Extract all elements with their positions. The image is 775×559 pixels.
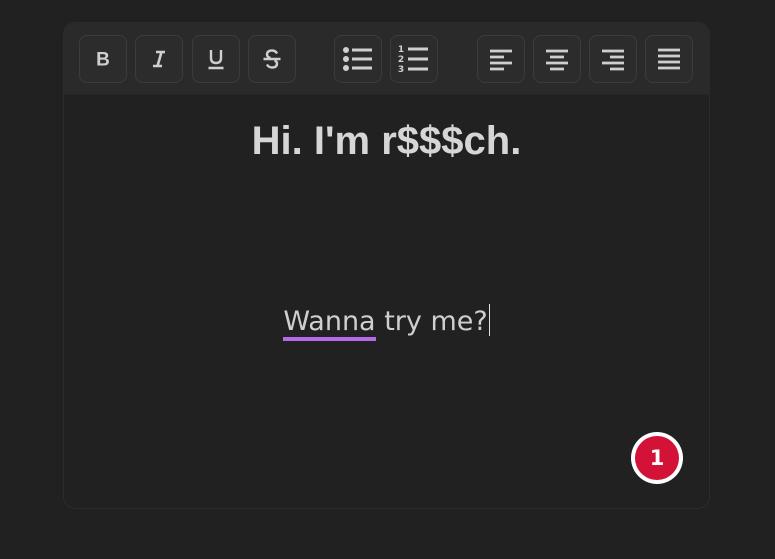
align-justify-icon: [658, 48, 680, 70]
notification-badge[interactable]: 1: [631, 432, 683, 484]
italic-icon: [153, 50, 165, 68]
bulleted-list-button[interactable]: [334, 35, 382, 83]
align-left-icon: [490, 49, 512, 71]
numbered-list-icon: 1 2 3: [398, 45, 428, 74]
svg-text:1: 1: [398, 45, 404, 55]
bold-icon: B: [96, 50, 110, 71]
italic-button[interactable]: [135, 35, 183, 83]
svg-text:2: 2: [398, 55, 404, 65]
document-heading: Hi. I'm r$$$ch.: [251, 119, 522, 163]
svg-text:3: 3: [398, 65, 404, 74]
text-editor: B 1 2 3 Hi. I'm r$$$ch. Wanna try me?: [63, 22, 710, 509]
formatting-toolbar: B 1 2 3: [64, 23, 709, 95]
align-center-icon: [546, 49, 568, 71]
align-right-button[interactable]: [589, 35, 637, 83]
underline-button[interactable]: [192, 35, 240, 83]
svg-text:B: B: [96, 50, 110, 71]
underline-icon: [208, 50, 224, 70]
align-left-button[interactable]: [477, 35, 525, 83]
misspelled-word[interactable]: Wanna: [283, 306, 376, 341]
align-justify-button[interactable]: [645, 35, 693, 83]
align-center-button[interactable]: [533, 35, 581, 83]
badge-count: 1: [635, 436, 679, 480]
align-right-icon: [602, 49, 624, 71]
numbered-list-button[interactable]: 1 2 3: [390, 35, 438, 83]
strikethrough-button[interactable]: [248, 35, 296, 83]
text-caret: [488, 304, 490, 336]
document-paragraph: Wanna try me?: [64, 304, 709, 341]
strikethrough-icon: [263, 49, 281, 69]
editor-content-area[interactable]: Hi. I'm r$$$ch. Wanna try me?: [64, 95, 709, 508]
paragraph-text: try me?: [375, 306, 488, 337]
bulleted-list-icon: [343, 47, 372, 71]
bold-button[interactable]: B: [79, 35, 127, 83]
